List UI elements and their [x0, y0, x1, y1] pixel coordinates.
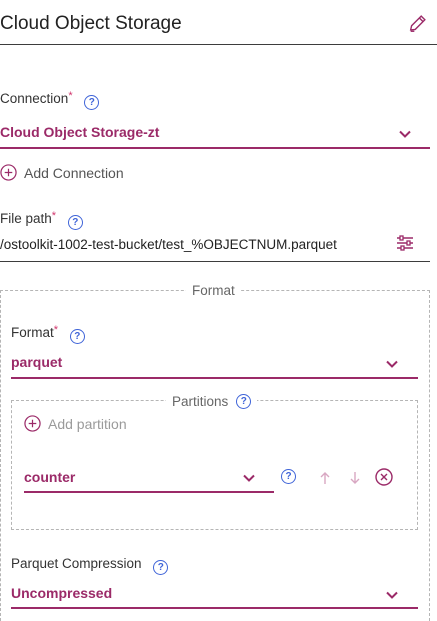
- chevron-down-icon[interactable]: [384, 356, 400, 372]
- help-icon[interactable]: ?: [69, 329, 85, 344]
- header-divider: [0, 44, 437, 45]
- required-marker: *: [68, 90, 73, 102]
- file-path-underline: [0, 261, 430, 262]
- chevron-down-icon[interactable]: [397, 126, 413, 142]
- file-path-label: File path: [0, 211, 52, 226]
- format-label-row: Format* ?: [11, 324, 85, 344]
- add-circle-icon: [24, 415, 41, 432]
- format-legend: Format: [186, 283, 241, 298]
- file-path-label-row: File path* ?: [0, 210, 83, 230]
- required-marker: *: [51, 210, 57, 222]
- help-icon[interactable]: ?: [84, 95, 100, 110]
- required-marker: *: [53, 324, 59, 336]
- chevron-down-icon[interactable]: [384, 587, 400, 603]
- format-select-underline: [11, 377, 418, 379]
- help-icon[interactable]: ?: [153, 560, 169, 575]
- arrow-up-icon[interactable]: [316, 469, 334, 487]
- help-icon[interactable]: ?: [281, 469, 296, 484]
- arrow-down-icon[interactable]: [346, 469, 364, 487]
- compression-select-underline: [11, 607, 418, 609]
- compression-select-value[interactable]: Uncompressed: [11, 585, 112, 601]
- remove-circle-icon[interactable]: [375, 468, 393, 486]
- add-circle-icon: [0, 164, 17, 181]
- file-path-input[interactable]: /ostoolkit-1002-test-bucket/test_%OBJECT…: [0, 237, 337, 252]
- connection-label-row: Connection* ?: [0, 90, 100, 110]
- compression-label-row: Parquet Compression ?: [11, 556, 169, 575]
- help-icon[interactable]: ?: [67, 215, 83, 230]
- connection-label: Connection: [0, 91, 69, 106]
- chevron-down-icon[interactable]: [241, 470, 257, 486]
- add-connection-label: Add Connection: [24, 164, 124, 181]
- partitions-legend: Partitions: [172, 394, 229, 409]
- settings-sliders-icon[interactable]: [396, 234, 414, 252]
- format-label: Format: [11, 325, 54, 340]
- partition-select-value[interactable]: counter: [24, 469, 75, 485]
- add-partition-button[interactable]: Add partition: [24, 415, 127, 432]
- partitions-legend-row: Partitions ?: [166, 394, 258, 409]
- format-select-value[interactable]: parquet: [11, 354, 62, 370]
- connection-select-value[interactable]: Cloud Object Storage-zt: [0, 124, 159, 140]
- add-connection-button[interactable]: Add Connection: [0, 164, 124, 181]
- partition-select-underline: [24, 491, 274, 493]
- connection-select-underline: [0, 147, 430, 149]
- panel-title: Cloud Object Storage: [0, 13, 182, 34]
- edit-icon[interactable]: [407, 12, 429, 34]
- compression-label: Parquet Compression: [11, 556, 142, 571]
- help-icon[interactable]: ?: [236, 394, 252, 409]
- add-partition-label: Add partition: [48, 415, 127, 432]
